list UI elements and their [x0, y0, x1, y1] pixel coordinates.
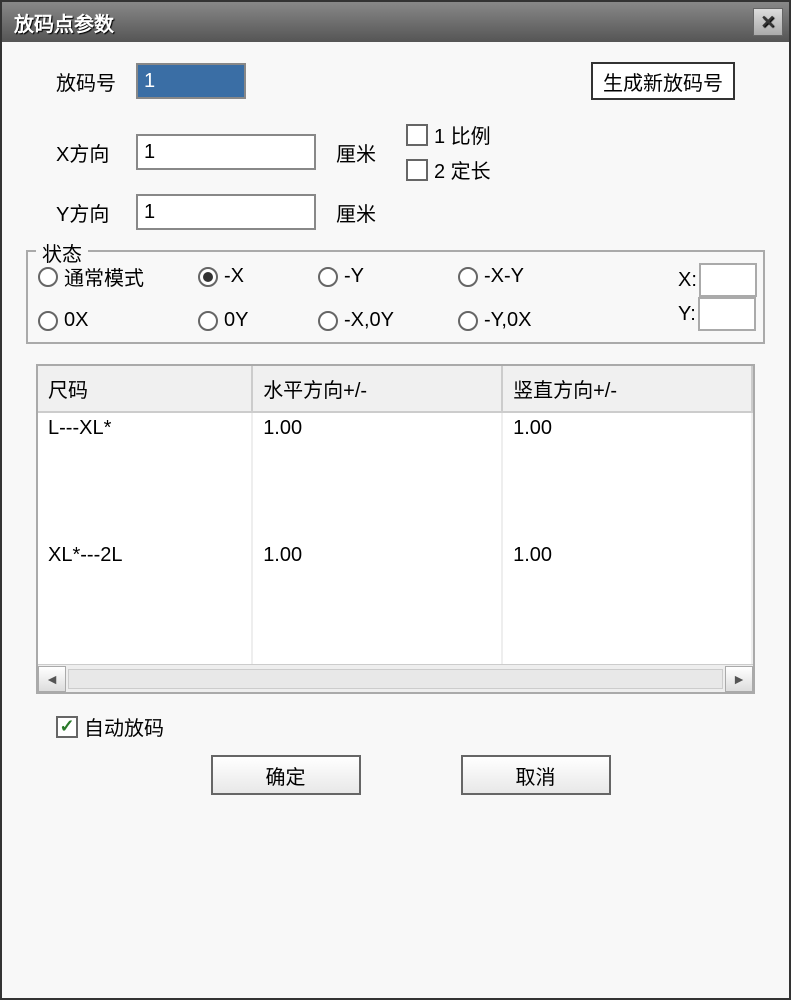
checkbox-icon — [406, 159, 428, 181]
radio-neg-y-label: -Y — [344, 265, 364, 288]
side-y-input[interactable] — [698, 297, 756, 331]
radio-icon — [318, 311, 338, 331]
scroll-track[interactable] — [68, 669, 723, 689]
size-table: 尺码 水平方向+/- 竖直方向+/- L---XL*1.001.00XL*---… — [38, 366, 753, 664]
check-fixed-label: 2 定长 — [434, 155, 491, 184]
cancel-button[interactable]: 取消 — [461, 755, 611, 795]
radio-zero-y-label: 0Y — [224, 309, 248, 332]
x-input[interactable] — [136, 134, 316, 170]
radio-zero-y[interactable]: 0Y — [198, 309, 318, 332]
table-cell[interactable]: 1.00 — [252, 412, 502, 540]
radio-icon — [318, 267, 338, 287]
x-unit: 厘米 — [336, 138, 396, 167]
bottom-area: 自动放码 确定 取消 — [26, 712, 765, 795]
radio-neg-x-y[interactable]: -X-Y — [458, 265, 598, 288]
radio-neg-x-y-label: -X-Y — [484, 265, 524, 288]
th-vertical[interactable]: 竖直方向+/- — [502, 366, 752, 412]
table-row[interactable]: L---XL*1.001.00 — [38, 412, 752, 540]
radio-icon — [198, 311, 218, 331]
dialog-body: 放码号 生成新放码号 X方向 厘米 1 比例 2 定长 Y方向 厘米 — [2, 42, 789, 998]
table-cell[interactable]: 1.00 — [252, 540, 502, 664]
radio-icon — [458, 311, 478, 331]
button-row: 确定 取消 — [56, 755, 765, 795]
table-row[interactable]: XL*---2L1.001.00 — [38, 540, 752, 664]
scroll-right-icon[interactable]: ► — [725, 666, 753, 692]
y-unit: 厘米 — [336, 198, 396, 227]
horizontal-scrollbar[interactable]: ◄ ► — [38, 664, 753, 692]
close-icon: ✕ — [760, 12, 775, 33]
status-fieldset: 状态 通常模式 -X -Y — [26, 250, 765, 344]
auto-grade-check[interactable]: 自动放码 — [56, 712, 765, 741]
close-button[interactable]: ✕ — [753, 8, 783, 36]
radio-zero-x[interactable]: 0X — [38, 309, 198, 332]
radio-neg-x[interactable]: -X — [198, 265, 318, 288]
radio-neg-x-zero-y[interactable]: -X,0Y — [318, 309, 458, 332]
row-y: Y方向 厘米 — [26, 194, 765, 230]
radio-icon — [38, 311, 58, 331]
table-cell[interactable]: XL*---2L — [38, 540, 252, 664]
side-inputs: X: Y: — [678, 263, 757, 331]
th-size[interactable]: 尺码 — [38, 366, 252, 412]
radio-neg-x-zero-y-label: -X,0Y — [344, 309, 394, 332]
auto-grade-label: 自动放码 — [84, 712, 164, 741]
status-legend: 状态 — [36, 238, 88, 267]
code-input[interactable] — [136, 63, 246, 99]
check-fixed[interactable]: 2 定长 — [406, 155, 491, 184]
check-ratio[interactable]: 1 比例 — [406, 120, 491, 149]
dialog-window: 放码点参数 ✕ 放码号 生成新放码号 X方向 厘米 1 比例 2 定长 — [0, 0, 791, 1000]
radio-zero-x-label: 0X — [64, 309, 88, 332]
side-y-label: Y: — [678, 303, 696, 326]
code-label: 放码号 — [26, 67, 136, 96]
size-table-wrap: 尺码 水平方向+/- 竖直方向+/- L---XL*1.001.00XL*---… — [36, 364, 755, 694]
row-code: 放码号 生成新放码号 — [26, 62, 765, 100]
y-label: Y方向 — [26, 198, 136, 227]
checkbox-icon — [406, 124, 428, 146]
side-x-label: X: — [678, 269, 697, 292]
y-input[interactable] — [136, 194, 316, 230]
table-cell[interactable]: 1.00 — [502, 540, 752, 664]
radio-icon — [458, 267, 478, 287]
radio-neg-y-zero-x-label: -Y,0X — [484, 309, 531, 332]
x-label: X方向 — [26, 138, 136, 167]
row-x: X方向 厘米 1 比例 2 定长 — [26, 120, 765, 184]
generate-code-button[interactable]: 生成新放码号 — [591, 62, 735, 100]
scroll-left-icon[interactable]: ◄ — [38, 666, 66, 692]
window-title: 放码点参数 — [14, 8, 114, 37]
radio-icon — [198, 267, 218, 287]
radio-icon — [38, 267, 58, 287]
titlebar: 放码点参数 ✕ — [2, 2, 789, 42]
table-body: L---XL*1.001.00XL*---2L1.001.00 — [38, 412, 752, 664]
check-group: 1 比例 2 定长 — [406, 120, 491, 184]
checkbox-icon — [56, 716, 78, 738]
table-cell[interactable]: L---XL* — [38, 412, 252, 540]
ok-button[interactable]: 确定 — [211, 755, 361, 795]
table-cell[interactable]: 1.00 — [502, 412, 752, 540]
th-horizontal[interactable]: 水平方向+/- — [252, 366, 502, 412]
radio-neg-y-zero-x[interactable]: -Y,0X — [458, 309, 598, 332]
radio-grid: 通常模式 -X -Y -X-Y — [38, 262, 678, 332]
radio-neg-y[interactable]: -Y — [318, 265, 458, 288]
side-x-input[interactable] — [699, 263, 757, 297]
check-ratio-label: 1 比例 — [434, 120, 491, 149]
radio-neg-x-label: -X — [224, 265, 244, 288]
